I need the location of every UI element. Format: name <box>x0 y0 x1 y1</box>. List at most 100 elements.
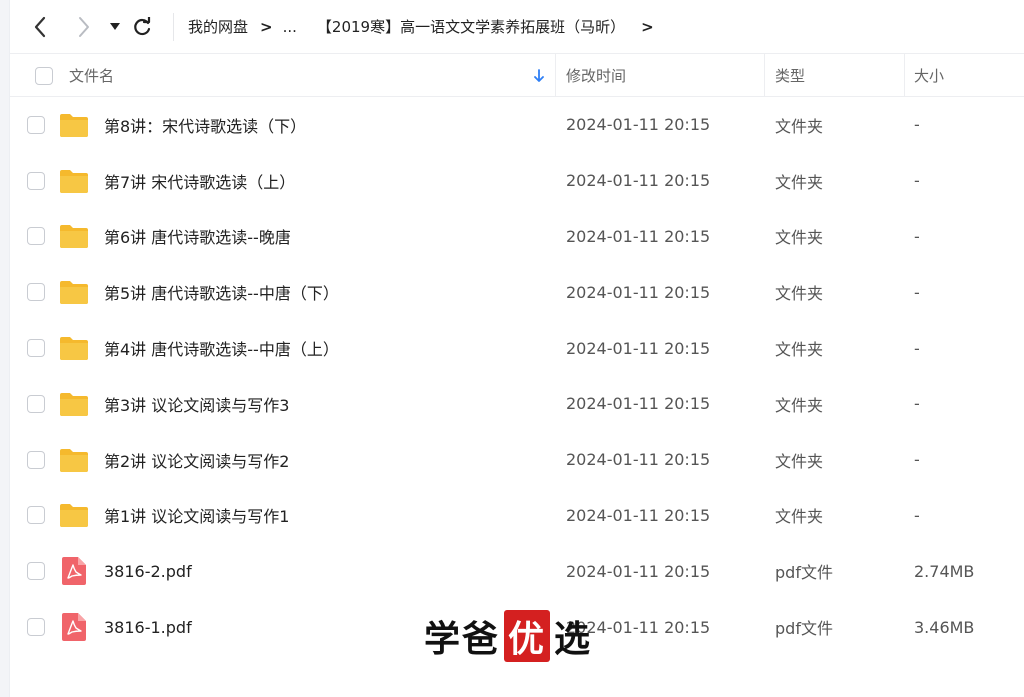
row-checkbox[interactable] <box>27 227 45 246</box>
navigation-bar: 我的网盘 > ... 【2019寒】高一语文文学素养拓展班（马昕） > <box>10 0 1024 54</box>
row-checkbox[interactable] <box>27 115 45 134</box>
pdf-icon <box>59 599 86 655</box>
left-panel-edge <box>0 0 10 697</box>
folder-icon <box>59 432 89 488</box>
file-row[interactable]: 第8讲：宋代诗歌选读（下） 2024-01-11 20:15 文件夹 - <box>10 97 1024 153</box>
caret-down-icon <box>110 22 120 30</box>
file-name[interactable]: 3816-2.pdf <box>104 543 192 599</box>
row-checkbox[interactable] <box>27 171 45 190</box>
row-checkbox[interactable] <box>27 506 45 525</box>
file-modified-time: 2024-01-11 20:15 <box>566 226 711 246</box>
watermark-text-end: 选 <box>554 619 593 660</box>
row-checkbox[interactable] <box>27 339 45 358</box>
row-checkbox-cell <box>27 599 45 655</box>
file-name[interactable]: 第2讲 议论文阅读与写作2 <box>104 432 289 488</box>
row-checkbox[interactable] <box>27 618 45 637</box>
file-modified-time: 2024-01-11 20:15 <box>566 394 711 414</box>
file-type: 文件夹 <box>775 395 824 415</box>
file-row[interactable]: 第3讲 议论文阅读与写作3 2024-01-11 20:15 文件夹 - <box>10 376 1024 432</box>
file-modified-time: 2024-01-11 20:15 <box>566 561 711 581</box>
select-all-cell <box>35 54 53 97</box>
select-all-checkbox[interactable] <box>35 66 53 85</box>
sort-descending-icon[interactable] <box>534 54 544 97</box>
file-type: 文件夹 <box>775 116 824 136</box>
nav-divider <box>173 12 174 41</box>
file-row[interactable]: 第7讲 宋代诗歌选读（上） 2024-01-11 20:15 文件夹 - <box>10 153 1024 209</box>
file-modified-time: 2024-01-11 20:15 <box>566 282 711 302</box>
file-modified-time: 2024-01-11 20:15 <box>566 450 711 470</box>
file-name[interactable]: 第8讲：宋代诗歌选读（下） <box>104 97 306 153</box>
file-size: 2.74MB <box>914 561 975 581</box>
row-checkbox-cell <box>27 209 45 265</box>
file-type: pdf文件 <box>775 619 833 639</box>
file-size: - <box>914 226 920 246</box>
watermark-text: 学爸 <box>424 619 501 660</box>
folder-icon <box>59 153 89 209</box>
chevron-left-icon <box>34 16 46 37</box>
row-checkbox-cell <box>27 432 45 488</box>
refresh-button[interactable] <box>127 12 157 42</box>
file-name[interactable]: 3816-1.pdf <box>104 599 192 655</box>
breadcrumb-root[interactable]: 我的网盘 <box>188 16 248 37</box>
file-size: - <box>914 171 920 191</box>
breadcrumb-expand-icon[interactable]: > <box>641 18 654 36</box>
file-name[interactable]: 第3讲 议论文阅读与写作3 <box>104 376 289 432</box>
file-name[interactable]: 第6讲 唐代诗歌选读--晚唐 <box>104 209 291 265</box>
file-row[interactable]: 第1讲 议论文阅读与写作1 2024-01-11 20:15 文件夹 - <box>10 488 1024 544</box>
refresh-icon <box>134 16 151 35</box>
column-divider[interactable] <box>904 54 905 97</box>
row-checkbox[interactable] <box>27 450 45 469</box>
breadcrumb-current[interactable]: 【2019寒】高一语文文学素养拓展班（马昕） <box>317 16 625 37</box>
file-size: - <box>914 450 920 470</box>
file-name[interactable]: 第4讲 唐代诗歌选读--中唐（上） <box>104 320 339 376</box>
row-checkbox[interactable] <box>27 283 45 302</box>
file-type: pdf文件 <box>775 563 833 583</box>
chevron-right-icon <box>79 16 89 37</box>
history-dropdown-button[interactable] <box>105 12 125 42</box>
file-modified-time: 2024-01-11 20:15 <box>566 115 711 135</box>
file-row[interactable]: 第5讲 唐代诗歌选读--中唐（下） 2024-01-11 20:15 文件夹 - <box>10 264 1024 320</box>
breadcrumb-separator-icon: > <box>260 17 273 36</box>
file-modified-time: 2024-01-11 20:15 <box>566 338 711 358</box>
file-modified-time: 2024-01-11 20:15 <box>566 505 711 525</box>
file-type: 文件夹 <box>775 228 824 248</box>
row-checkbox-cell <box>27 264 45 320</box>
folder-icon <box>59 376 89 432</box>
file-type: 文件夹 <box>775 284 824 304</box>
file-type: 文件夹 <box>775 340 824 360</box>
row-checkbox-cell <box>27 488 45 544</box>
folder-icon <box>59 320 89 376</box>
pdf-icon <box>59 543 86 599</box>
file-row[interactable]: 第2讲 议论文阅读与写作2 2024-01-11 20:15 文件夹 - <box>10 432 1024 488</box>
file-size: - <box>914 394 920 414</box>
column-header-name[interactable]: 文件名 <box>69 54 114 97</box>
file-size: - <box>914 505 920 525</box>
file-row[interactable]: 第4讲 唐代诗歌选读--中唐（上） 2024-01-11 20:15 文件夹 - <box>10 320 1024 376</box>
file-name[interactable]: 第7讲 宋代诗歌选读（上） <box>104 153 295 209</box>
forward-button[interactable] <box>69 12 99 42</box>
column-divider[interactable] <box>764 54 765 97</box>
column-divider[interactable] <box>555 54 556 97</box>
file-list-header: 文件名 修改时间 类型 大小 <box>10 54 1024 97</box>
row-checkbox-cell <box>27 97 45 153</box>
row-checkbox[interactable] <box>27 562 45 581</box>
file-modified-time: 2024-01-11 20:15 <box>566 171 711 191</box>
watermark-highlight: 优 <box>504 610 551 662</box>
file-row[interactable]: 3816-2.pdf 2024-01-11 20:15 pdf文件 2.74MB <box>10 543 1024 599</box>
file-size: - <box>914 338 920 358</box>
row-checkbox-cell <box>27 376 45 432</box>
column-header-time[interactable]: 修改时间 <box>566 54 626 97</box>
file-row[interactable]: 第6讲 唐代诗歌选读--晚唐 2024-01-11 20:15 文件夹 - <box>10 209 1024 265</box>
folder-icon <box>59 209 89 265</box>
column-header-type[interactable]: 类型 <box>775 54 805 97</box>
folder-icon <box>59 264 89 320</box>
file-size: 3.46MB <box>914 617 975 637</box>
watermark: 学爸 优 选 <box>424 610 593 662</box>
breadcrumb-ellipsis[interactable]: ... <box>283 18 297 36</box>
file-name[interactable]: 第1讲 议论文阅读与写作1 <box>104 488 289 544</box>
file-name[interactable]: 第5讲 唐代诗歌选读--中唐（下） <box>104 264 339 320</box>
file-type: 文件夹 <box>775 451 824 471</box>
row-checkbox[interactable] <box>27 394 45 413</box>
back-button[interactable] <box>25 12 55 42</box>
column-header-size[interactable]: 大小 <box>914 54 944 97</box>
